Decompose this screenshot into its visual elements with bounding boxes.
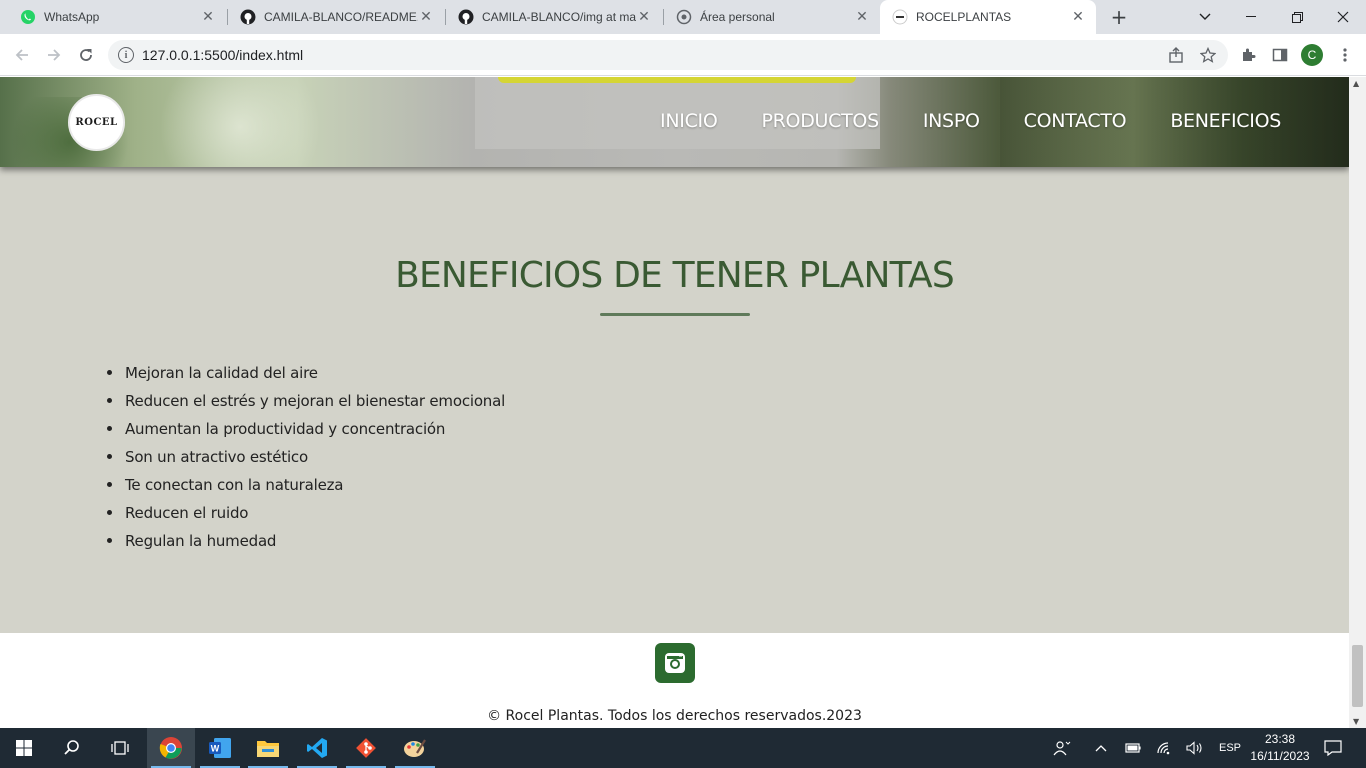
people-icon[interactable] (1050, 728, 1074, 768)
extensions-icon[interactable] (1236, 43, 1260, 67)
title-underline (600, 313, 750, 316)
address-bar[interactable]: i 127.0.0.1:5500/index.html (108, 40, 1228, 70)
paint-taskbar-icon[interactable] (391, 728, 439, 768)
list-item: Regulan la humedad (107, 531, 505, 559)
nav-link-productos[interactable]: PRODUCTOS (762, 110, 880, 132)
page-viewport: ROCEL INICIO PRODUCTOS INSPO CONTACTO BE… (0, 77, 1349, 728)
benefits-list: Mejoran la calidad del aire Reducen el e… (107, 363, 505, 559)
browser-toolbar: i 127.0.0.1:5500/index.html C (0, 34, 1366, 76)
search-icon[interactable] (48, 728, 96, 768)
clock-time: 23:38 (1264, 732, 1296, 746)
vscode-taskbar-icon[interactable] (293, 728, 341, 768)
wifi-icon[interactable] (1154, 728, 1176, 768)
close-icon[interactable]: ✕ (1070, 9, 1086, 25)
moodle-icon (676, 9, 692, 25)
close-icon[interactable]: ✕ (854, 9, 870, 25)
close-icon[interactable]: ✕ (200, 9, 216, 25)
site-footer: © Rocel Plantas. Todos los derechos rese… (0, 633, 1349, 728)
restore-icon[interactable] (1274, 0, 1320, 34)
close-window-icon[interactable] (1320, 0, 1366, 34)
nav-link-inspo[interactable]: INSPO (923, 110, 980, 132)
tab-whatsapp[interactable]: WhatsApp ✕ (8, 0, 226, 34)
windows-taskbar: W ESP 23:38 16/11/2023 (0, 728, 1366, 768)
nav-link-beneficios[interactable]: BENEFICIOS (1170, 110, 1281, 132)
bookmark-star-icon[interactable] (1196, 43, 1220, 67)
header-background-highlight (150, 77, 330, 167)
tab-title: CAMILA-BLANCO/README.md (264, 10, 418, 24)
tab-title: CAMILA-BLANCO/img at main (482, 10, 636, 24)
site-header: ROCEL INICIO PRODUCTOS INSPO CONTACTO BE… (0, 77, 1349, 167)
header-hero-button-edge (498, 77, 856, 83)
rocel-favicon-icon (892, 9, 908, 25)
chevron-up-icon[interactable] (1090, 728, 1112, 768)
whatsapp-icon (20, 9, 36, 25)
list-item: Aumentan la productividad y concentració… (107, 419, 505, 447)
scroll-down-icon[interactable]: ▼ (1353, 717, 1359, 726)
git-taskbar-icon[interactable] (342, 728, 390, 768)
tab-github-img[interactable]: CAMILA-BLANCO/img at main ✕ (446, 0, 662, 34)
tab-title: WhatsApp (44, 10, 100, 24)
github-icon (458, 9, 474, 25)
github-icon (240, 9, 256, 25)
share-icon[interactable] (1164, 43, 1188, 67)
tab-search-icon[interactable] (1182, 0, 1228, 34)
forward-arrow-icon[interactable] (42, 43, 66, 67)
file-explorer-icon[interactable] (244, 728, 292, 768)
site-info-icon[interactable]: i (118, 47, 134, 63)
input-language-indicator[interactable]: ESP (1214, 728, 1246, 768)
list-item: Te conectan con la naturaleza (107, 475, 505, 503)
chrome-taskbar-icon[interactable] (147, 728, 195, 768)
address-url: 127.0.0.1:5500/index.html (142, 47, 304, 63)
list-item: Reducen el ruido (107, 503, 505, 531)
svg-text:W: W (211, 744, 220, 754)
tab-github-readme[interactable]: CAMILA-BLANCO/README.md ✕ (228, 0, 444, 34)
nav-link-contacto[interactable]: CONTACTO (1024, 110, 1127, 132)
profile-avatar[interactable]: C (1301, 44, 1323, 66)
list-item: Reducen el estrés y mejoran el bienestar… (107, 391, 505, 419)
page-scrollbar[interactable]: ▲ ▼ (1349, 77, 1366, 728)
task-view-icon[interactable] (96, 728, 144, 768)
new-tab-button[interactable]: + (1108, 5, 1130, 29)
scrollbar-thumb[interactable] (1352, 645, 1363, 707)
notification-icon[interactable] (1320, 728, 1346, 768)
tab-area-personal[interactable]: Área personal ✕ (664, 0, 880, 34)
reload-icon[interactable] (74, 43, 98, 67)
site-logo[interactable]: ROCEL (68, 94, 125, 151)
close-icon[interactable]: ✕ (636, 9, 652, 25)
tab-title: ROCELPLANTAS (916, 10, 1012, 24)
footer-copyright: © Rocel Plantas. Todos los derechos rese… (487, 708, 862, 724)
logo-text: ROCEL (75, 117, 118, 128)
list-item: Son un atractivo estético (107, 447, 505, 475)
side-panel-icon[interactable] (1268, 43, 1292, 67)
taskbar-clock[interactable]: 23:38 16/11/2023 (1244, 731, 1316, 765)
clock-date: 16/11/2023 (1250, 749, 1310, 763)
scroll-up-icon[interactable]: ▲ (1353, 79, 1359, 88)
minimize-icon[interactable] (1228, 0, 1274, 34)
battery-icon[interactable] (1122, 728, 1144, 768)
menu-kebab-icon[interactable] (1333, 43, 1357, 67)
section-title: BENEFICIOS DE TENER PLANTAS (395, 255, 955, 296)
list-item: Mejoran la calidad del aire (107, 363, 505, 391)
instagram-icon[interactable] (655, 643, 695, 683)
nav-link-inicio[interactable]: INICIO (660, 110, 718, 132)
volume-icon[interactable] (1184, 728, 1206, 768)
windows-start-icon[interactable] (0, 728, 48, 768)
main-nav: INICIO PRODUCTOS INSPO CONTACTO BENEFICI… (660, 110, 1281, 132)
tab-title: Área personal (700, 10, 775, 24)
close-icon[interactable]: ✕ (418, 9, 434, 25)
tab-rocelplantas[interactable]: ROCELPLANTAS ✕ (880, 0, 1096, 34)
word-taskbar-icon[interactable]: W (196, 728, 244, 768)
back-arrow-icon[interactable] (10, 43, 34, 67)
browser-tab-strip: WhatsApp ✕ CAMILA-BLANCO/README.md ✕ CAM… (0, 0, 1366, 34)
